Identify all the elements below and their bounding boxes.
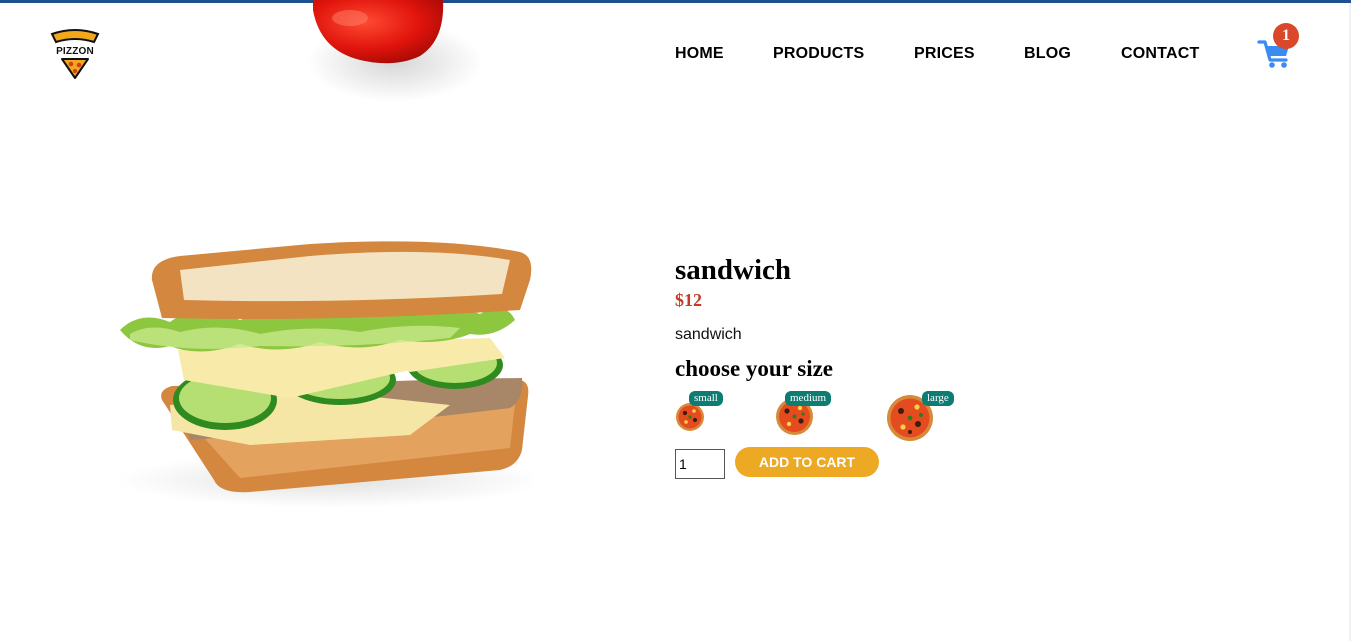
size-option-medium[interactable]: medium [775, 391, 845, 437]
size-option-large[interactable]: large [886, 391, 966, 443]
logo[interactable]: PIZZON [48, 28, 102, 80]
nav-home-link[interactable]: HOME [675, 45, 724, 63]
product-price: $12 [675, 290, 702, 310]
product-title: sandwich [675, 254, 792, 286]
add-to-cart-row: ADD TO CART [675, 447, 1175, 483]
nav-prices-link[interactable]: PRICES [914, 45, 975, 63]
cart-count-badge: 1 [1273, 23, 1299, 49]
size-label-medium: medium [785, 391, 832, 406]
size-option-small[interactable]: small [675, 391, 735, 431]
size-label-large: large [922, 391, 954, 406]
logo-text: PIZZON [56, 46, 94, 57]
nav-blog-link[interactable]: BLOG [1024, 45, 1071, 63]
tomato-decoration-icon [307, 0, 483, 102]
nav-products-link[interactable]: PRODUCTS [773, 45, 864, 63]
product-details: sandwich $12 sandwich choose your size s… [675, 252, 1175, 483]
add-to-cart-button[interactable]: ADD TO CART [735, 447, 879, 477]
top-border-strip [0, 0, 1351, 3]
size-label-small: small [689, 391, 723, 406]
quantity-input[interactable] [675, 449, 725, 479]
product-description: sandwich [675, 326, 742, 343]
size-options: small medium large [675, 391, 1175, 447]
sandwich-image [115, 241, 545, 508]
size-heading: choose your size [675, 356, 834, 381]
pizza-icon [676, 403, 704, 431]
nav-contact-link[interactable]: CONTACT [1121, 45, 1199, 63]
cart-button[interactable]: 1 [1256, 22, 1304, 70]
